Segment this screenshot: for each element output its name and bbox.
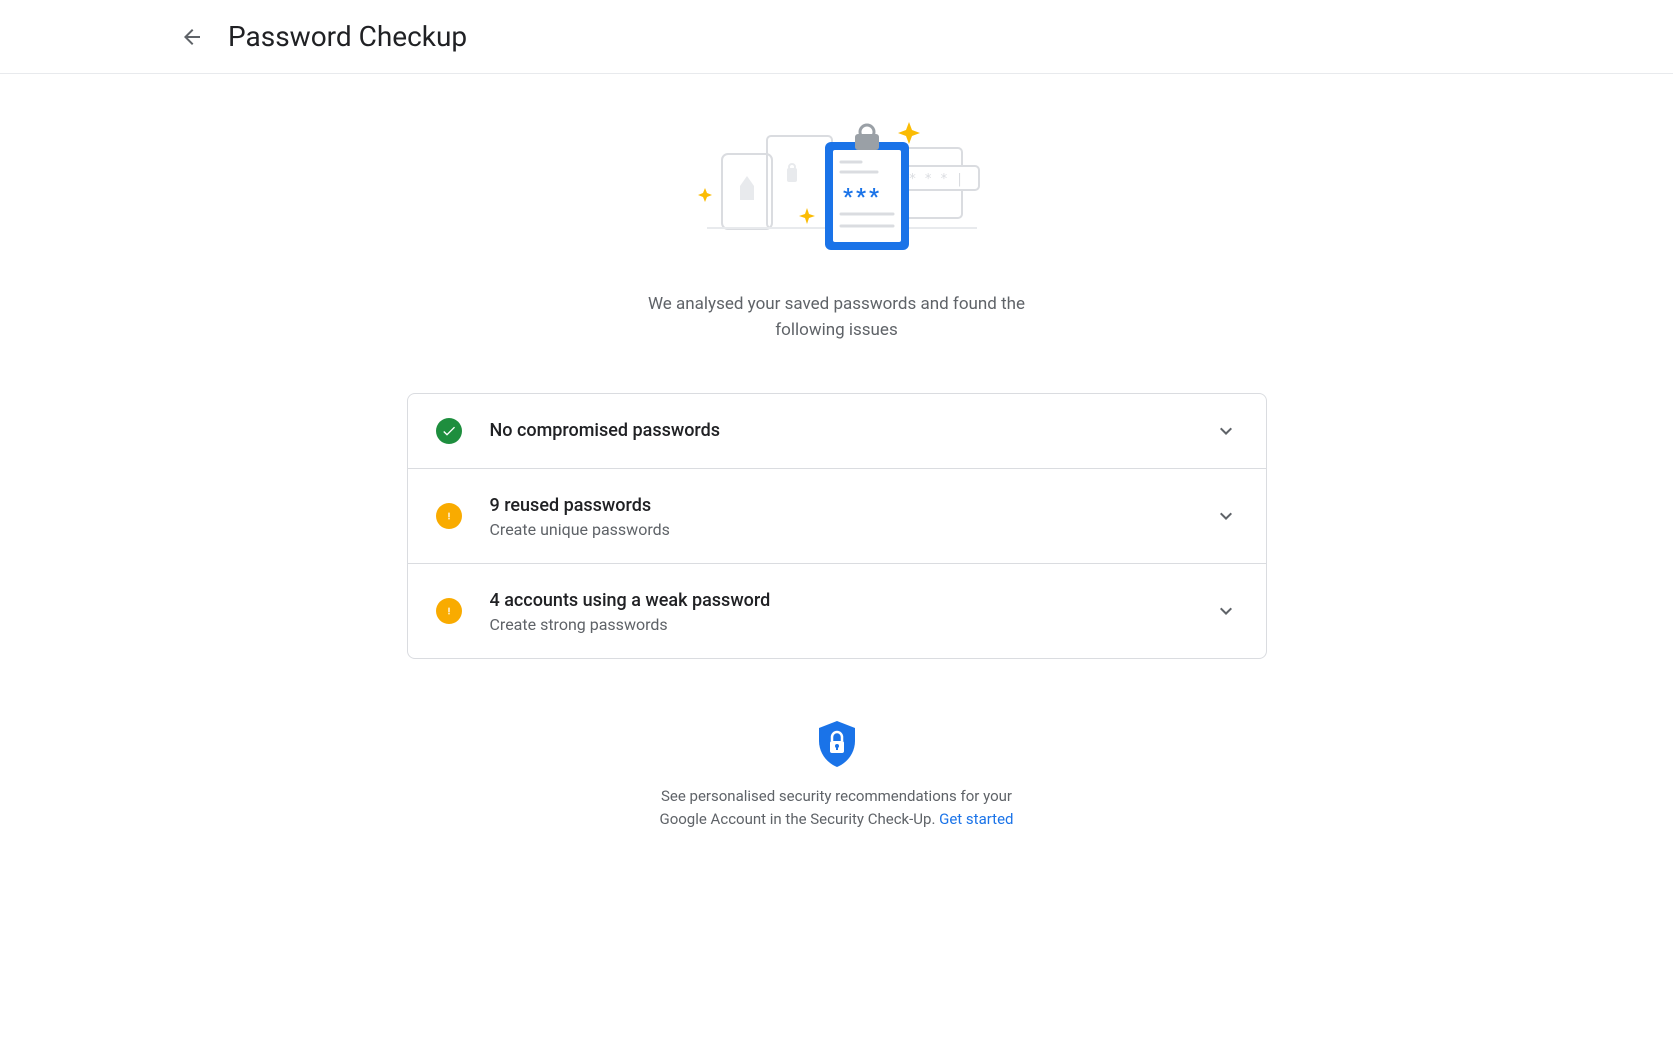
warning-icon — [436, 598, 462, 624]
chevron-down-icon — [1214, 504, 1238, 528]
issue-subtitle: Create strong passwords — [490, 615, 1214, 634]
issue-title: No compromised passwords — [490, 418, 1214, 443]
issue-title: 4 accounts using a weak password — [490, 588, 1214, 613]
back-button[interactable] — [180, 25, 204, 49]
issue-text: No compromised passwords — [490, 418, 1214, 443]
chevron-down-icon — [1214, 419, 1238, 443]
intro-text: We analysed your saved passwords and fou… — [627, 292, 1047, 343]
warning-icon — [436, 503, 462, 529]
issue-subtitle: Create unique passwords — [490, 520, 1214, 539]
issue-row-weak[interactable]: 4 accounts using a weak password Create … — [408, 564, 1266, 658]
issue-title: 9 reused passwords — [490, 493, 1214, 518]
footer-text: See personalised security recommendation… — [637, 785, 1037, 830]
get-started-link[interactable]: Get started — [939, 810, 1013, 828]
issues-list: No compromised passwords 9 reused passwo… — [407, 393, 1267, 659]
page-header: Password Checkup — [0, 0, 1673, 74]
page-title: Password Checkup — [228, 20, 467, 53]
hero-illustration: * * * * | *** — [407, 114, 1267, 264]
issue-text: 9 reused passwords Create unique passwor… — [490, 493, 1214, 539]
shield-lock-icon — [815, 719, 859, 769]
shield-icon-wrap — [407, 719, 1267, 769]
main-content: * * * * | *** We analysed your saved pas… — [407, 74, 1267, 870]
svg-text:***: *** — [843, 185, 882, 210]
clipboard-illustration-icon: * * * * | *** — [677, 114, 997, 264]
footer-section: See personalised security recommendation… — [407, 719, 1267, 870]
arrow-left-icon — [180, 25, 204, 49]
issue-row-reused[interactable]: 9 reused passwords Create unique passwor… — [408, 469, 1266, 564]
checkmark-icon — [436, 418, 462, 444]
chevron-down-icon — [1214, 599, 1238, 623]
issue-row-compromised[interactable]: No compromised passwords — [408, 394, 1266, 469]
issue-text: 4 accounts using a weak password Create … — [490, 588, 1214, 634]
